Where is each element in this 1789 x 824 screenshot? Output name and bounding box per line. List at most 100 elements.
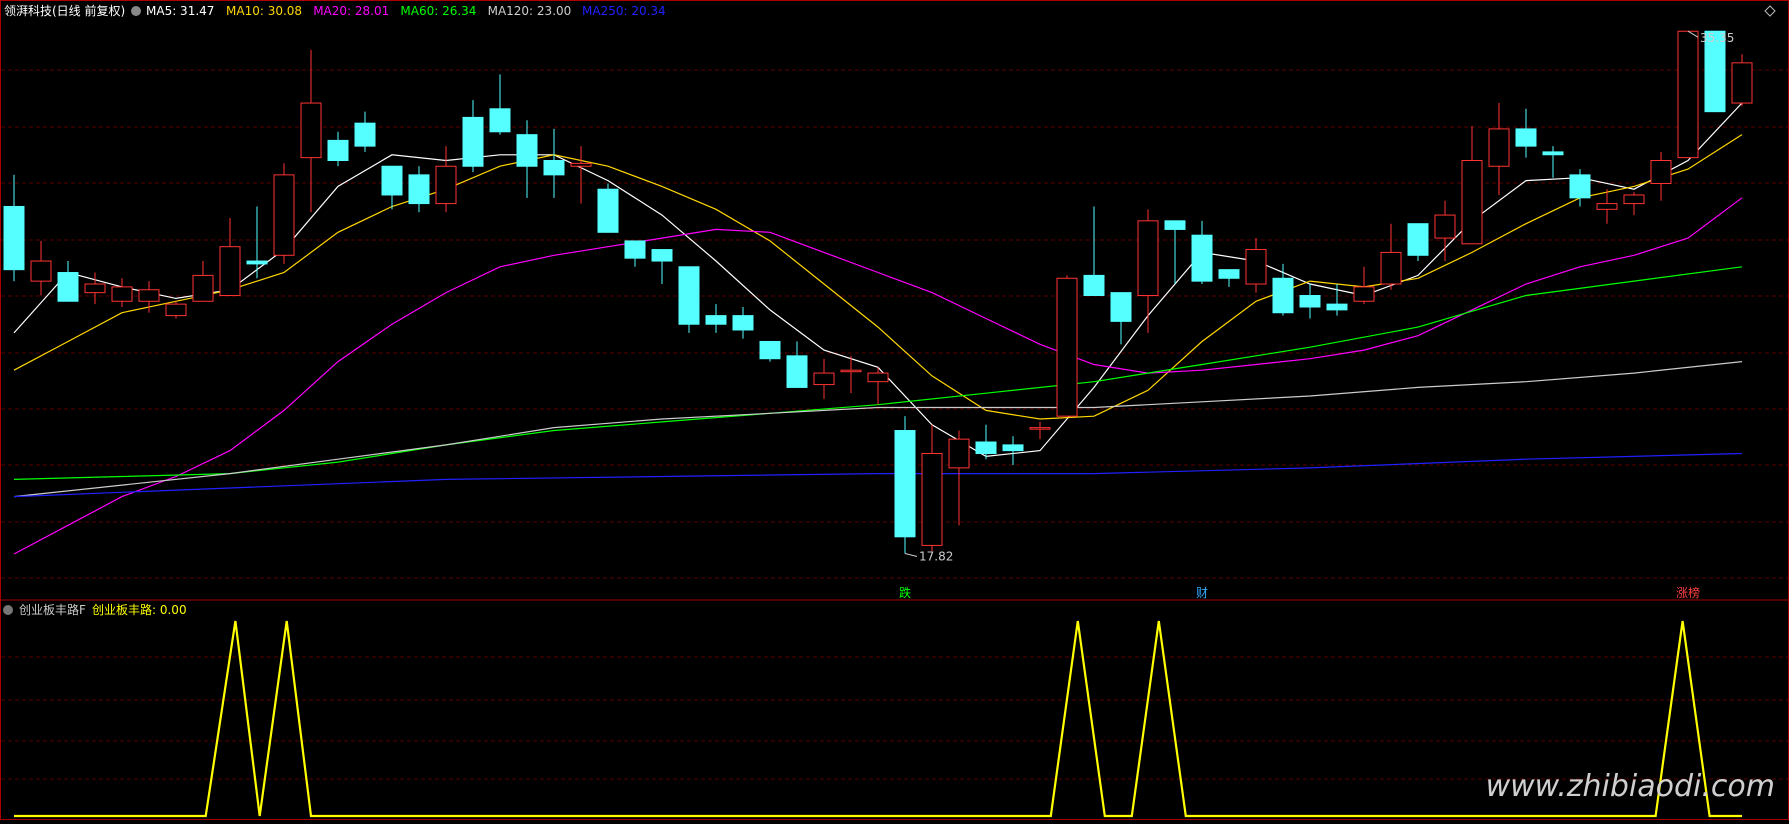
candle-body-down [1110, 292, 1132, 322]
candle-body-up [1488, 128, 1510, 167]
candle [219, 217, 241, 297]
candle-body-up [84, 283, 106, 294]
low-pointer [904, 552, 918, 557]
chart-frame [0, 0, 1789, 820]
candle-body-down [1407, 223, 1429, 256]
candle-body-down [732, 315, 754, 331]
candle [894, 416, 916, 554]
indicator-value: 创业板丰路: 0.00 [92, 602, 187, 617]
candle-body-up [138, 289, 160, 302]
candle-body-down [327, 139, 349, 161]
candle [1596, 189, 1618, 224]
candle [786, 341, 808, 388]
candle-body-up [1650, 160, 1672, 184]
candle [1650, 151, 1672, 201]
candle [759, 340, 781, 362]
candle [1380, 223, 1402, 290]
collapse-icon[interactable] [3, 605, 13, 615]
candle-body-up [273, 174, 295, 256]
candle [1191, 220, 1213, 285]
low-price-label: 17.82 [919, 549, 953, 563]
candlestick-chart[interactable]: 35.3517.82跌财涨榜 领湃科技(日线 前复权) MA5: 31.47 MA… [0, 0, 1789, 820]
candle-body-up [1380, 251, 1402, 285]
candle [1407, 223, 1429, 262]
candle-body-up [1245, 249, 1267, 285]
high-price-label: 35.35 [1700, 31, 1734, 45]
candle-body-up [921, 453, 943, 546]
candle-body-down [624, 240, 646, 259]
event-marker: 跌 [899, 585, 911, 600]
candle [435, 146, 457, 213]
candle [354, 111, 376, 152]
candle [1137, 209, 1159, 333]
candle-body-up [1596, 203, 1618, 210]
candle [327, 131, 349, 167]
candle-body-up [192, 274, 214, 302]
event-marker: 涨榜 [1676, 585, 1700, 600]
candle [1218, 269, 1240, 287]
candle-body-down [651, 249, 673, 262]
candle-body-down [786, 355, 808, 388]
candle-body-down [1569, 174, 1591, 199]
candle-body-up [435, 165, 457, 205]
candle [1164, 220, 1186, 285]
candle [1083, 206, 1105, 297]
candle-body-down [1191, 234, 1213, 282]
candle [705, 304, 727, 333]
candle-body-down [1326, 303, 1348, 311]
candle-body-down [975, 441, 997, 454]
chart-title: 领湃科技(日线 前复权) [4, 3, 125, 18]
ma-legend-item: MA60: 26.34 [400, 4, 476, 18]
ma-legend-item: MA5: 31.47 [146, 4, 214, 18]
candle-body-up [111, 286, 133, 302]
candle [1542, 146, 1564, 178]
candle-body-down [462, 116, 484, 167]
candle-body-up [300, 102, 322, 159]
candle-body-up [1731, 62, 1753, 104]
candle [516, 120, 538, 198]
candle-layer [3, 30, 1753, 554]
candle-body-up [867, 372, 889, 383]
candle-body-down [894, 430, 916, 538]
indicator-title: 创业板丰路F [19, 602, 86, 617]
candle-body-down [1164, 220, 1186, 230]
candle-body-down [597, 188, 619, 233]
legend-toggle-icon[interactable] [131, 6, 141, 16]
candle-body-down [1218, 269, 1240, 279]
candle [1029, 421, 1051, 440]
candle-body-down [1542, 151, 1564, 156]
candle-body-up [1056, 277, 1078, 417]
candle-body-down [408, 174, 430, 205]
candle [1245, 238, 1267, 293]
candle-body-down [678, 266, 700, 325]
candle [57, 261, 79, 302]
candle-body-up [1029, 427, 1051, 430]
candle-body-down [705, 315, 727, 325]
candle [192, 261, 214, 302]
candle-body-down [1515, 128, 1537, 147]
candle [1299, 284, 1321, 319]
candle-body-up [840, 369, 862, 373]
candle [30, 240, 52, 296]
candle-body-down [3, 205, 25, 271]
candle [462, 100, 484, 172]
ma-legend-item: MA120: 23.00 [488, 4, 572, 18]
candle [300, 49, 322, 213]
candle [1488, 103, 1510, 195]
candle-body-up [1353, 286, 1375, 302]
candle-body-up [1677, 30, 1699, 159]
candle-body-down [1299, 295, 1321, 308]
ma-legend-item: MA250: 20.34 [582, 4, 666, 18]
candle-body-down [759, 340, 781, 360]
candle [1731, 54, 1753, 106]
candle [1272, 263, 1294, 316]
candle [273, 163, 295, 264]
diamond-icon [1764, 5, 1776, 17]
candle-body-down [543, 160, 565, 176]
ma-legend: MA5: 31.47 MA10: 30.08 MA20: 28.01 MA60: 26… [131, 4, 666, 18]
candle [3, 174, 25, 282]
candle-body-up [219, 246, 241, 297]
ma-legend-item: MA10: 30.08 [226, 4, 302, 18]
candle-body-up [1434, 214, 1456, 239]
candle-body-down [489, 108, 511, 133]
